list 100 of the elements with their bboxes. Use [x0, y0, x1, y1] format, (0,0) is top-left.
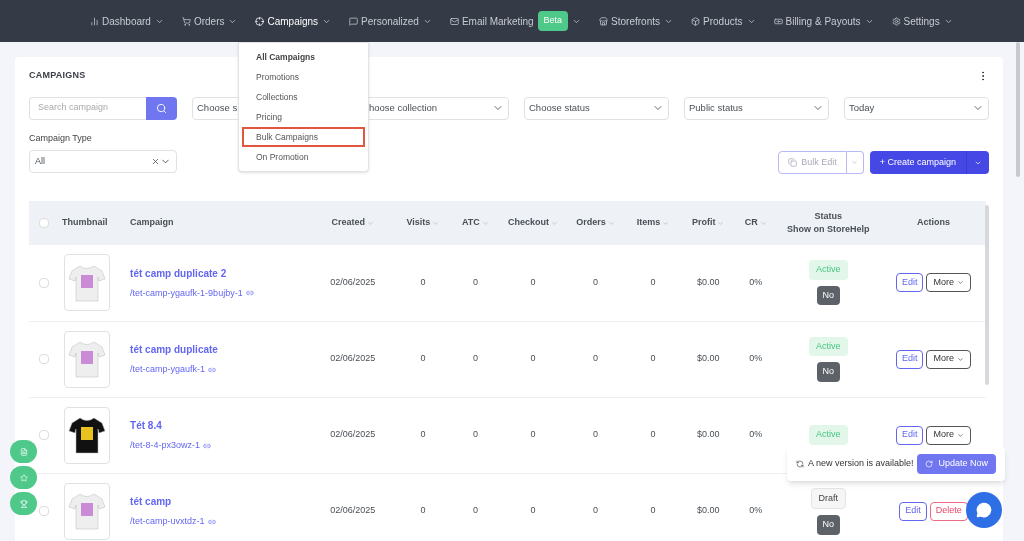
column-header[interactable]: Orders — [576, 216, 615, 230]
menu-item[interactable]: On Promotion — [242, 147, 365, 167]
bulk-edit-caret[interactable] — [846, 151, 864, 174]
sort-icon — [717, 219, 725, 227]
edit-button[interactable]: Edit — [895, 349, 924, 369]
table-cell: 0 — [530, 505, 536, 516]
floating-action-button[interactable] — [10, 440, 37, 463]
campaign-slug-link[interactable]: /tet-camp-ygaufk-1 — [130, 362, 206, 377]
column-header[interactable]: CR — [744, 216, 767, 230]
nav-icon — [773, 16, 783, 26]
chat-icon — [976, 502, 992, 518]
star-icon — [19, 473, 28, 482]
create-campaign-caret[interactable] — [966, 151, 989, 174]
campaign-name-link[interactable]: tét camp — [130, 493, 311, 509]
more-dropdown-button[interactable]: More — [926, 425, 971, 445]
row-checkbox[interactable] — [39, 430, 49, 440]
create-campaign-button[interactable]: + Create campaign — [869, 151, 966, 174]
nav-item[interactable]: Dashboard — [90, 13, 151, 29]
campaign-name-link[interactable]: Tét 8.4 — [130, 417, 311, 433]
row-checkbox[interactable] — [39, 277, 49, 288]
nav-icon — [349, 16, 359, 26]
row-checkbox[interactable] — [39, 354, 49, 364]
nav-item[interactable]: Settings — [891, 13, 940, 29]
row-checkbox[interactable] — [39, 506, 49, 516]
table-cell: 0 — [530, 429, 536, 440]
column-header[interactable]: Visits — [406, 216, 440, 230]
campaign-slug-link[interactable]: /tet-camp-uvxtdz-1 — [130, 514, 205, 529]
created-date: 02/06/2025 — [330, 429, 376, 440]
column-header[interactable]: ATC — [462, 216, 489, 230]
column-header[interactable]: Profit — [691, 216, 725, 230]
campaign-name-link[interactable]: tét camp duplicate 2 — [130, 265, 311, 281]
storehelp-badge: No — [816, 285, 840, 306]
more-dropdown-button[interactable]: More — [926, 349, 971, 369]
nav-item[interactable]: Personalized — [349, 13, 419, 29]
table-cell: 0% — [749, 505, 763, 516]
table-cell: 0 — [420, 353, 426, 364]
table-cell: 0 — [420, 277, 426, 287]
table-cell: 0 — [472, 429, 478, 440]
nav-item[interactable]: Storefronts — [599, 13, 661, 29]
table-cell: 0 — [472, 277, 478, 287]
nav-icon — [599, 16, 609, 26]
table-cell: 0 — [593, 429, 599, 440]
caret-icon — [956, 355, 964, 363]
table-cell: 0% — [749, 277, 763, 287]
status-badge: Active — [809, 260, 848, 280]
campaign-slug-link[interactable]: /tet-8-4-px3owz-1 — [130, 438, 201, 453]
floating-action-button[interactable] — [10, 492, 37, 515]
search-button[interactable] — [146, 96, 177, 120]
filter-select[interactable]: Public status — [684, 96, 829, 120]
table-cell: $0.00 — [696, 429, 720, 440]
table-cell: $0.00 — [696, 353, 720, 364]
update-now-button[interactable]: Update Now — [917, 454, 996, 474]
tshirt-icon — [68, 415, 107, 455]
nav-item[interactable]: Orders — [181, 13, 225, 29]
caret-icon — [956, 431, 964, 439]
column-header[interactable]: Items — [636, 216, 670, 230]
nav-item[interactable]: Billing & Payouts — [773, 13, 861, 29]
nav-item[interactable]: Email Marketing — [449, 13, 534, 29]
select-all-checkbox[interactable] — [39, 218, 49, 228]
table-cell: 0 — [472, 505, 478, 516]
created-date: 02/06/2025 — [330, 353, 376, 364]
filter-select[interactable]: Choose status — [524, 96, 669, 120]
table-cell: 0 — [593, 505, 599, 516]
sort-icon — [607, 219, 615, 227]
floating-action-button[interactable] — [10, 466, 37, 489]
edit-button[interactable]: Edit — [899, 501, 927, 521]
link-icon — [208, 365, 217, 374]
campaign-name-link[interactable]: tét camp duplicate — [130, 341, 311, 357]
column-header: Show on StoreHelp — [787, 223, 870, 236]
created-date: 02/06/2025 — [330, 505, 376, 516]
column-header[interactable]: Created — [331, 216, 375, 230]
menu-item[interactable]: Bulk Campaigns — [242, 127, 365, 147]
column-header[interactable]: Checkout — [507, 216, 558, 230]
campaign-type-select[interactable]: All — [29, 150, 177, 173]
menu-item[interactable]: All Campaigns — [242, 47, 365, 67]
edit-button[interactable]: Edit — [895, 273, 924, 293]
sort-icon — [662, 219, 670, 227]
storehelp-badge: No — [816, 515, 840, 535]
nav-icon — [449, 16, 459, 26]
sync-icon — [796, 460, 804, 468]
status-badge: Active — [809, 425, 848, 445]
clear-icon[interactable] — [151, 157, 160, 166]
column-header: Thumbnail — [62, 216, 108, 230]
nav-icon — [90, 16, 99, 26]
nav-item[interactable]: Campaigns — [255, 13, 319, 29]
more-dropdown-button[interactable]: More — [926, 273, 971, 293]
nav-item[interactable]: Products — [691, 13, 743, 29]
table-cell: 0 — [530, 353, 536, 364]
filter-select[interactable]: Today — [844, 96, 989, 120]
table-scrollbar[interactable] — [985, 205, 989, 385]
menu-item[interactable]: Promotions — [242, 67, 365, 87]
search-field[interactable]: Search campaign — [29, 96, 146, 120]
copy-icon — [788, 158, 798, 167]
refresh-icon — [925, 460, 934, 468]
campaign-slug-link[interactable]: /tet-camp-ygaufk-1-9bujby-1 — [130, 286, 243, 300]
table-cell: $0.00 — [696, 505, 720, 516]
table-cell: 0 — [420, 505, 426, 516]
storehelp-badge: No — [816, 362, 840, 382]
edit-button[interactable]: Edit — [895, 425, 924, 445]
page-scrollbar[interactable] — [1016, 42, 1020, 177]
